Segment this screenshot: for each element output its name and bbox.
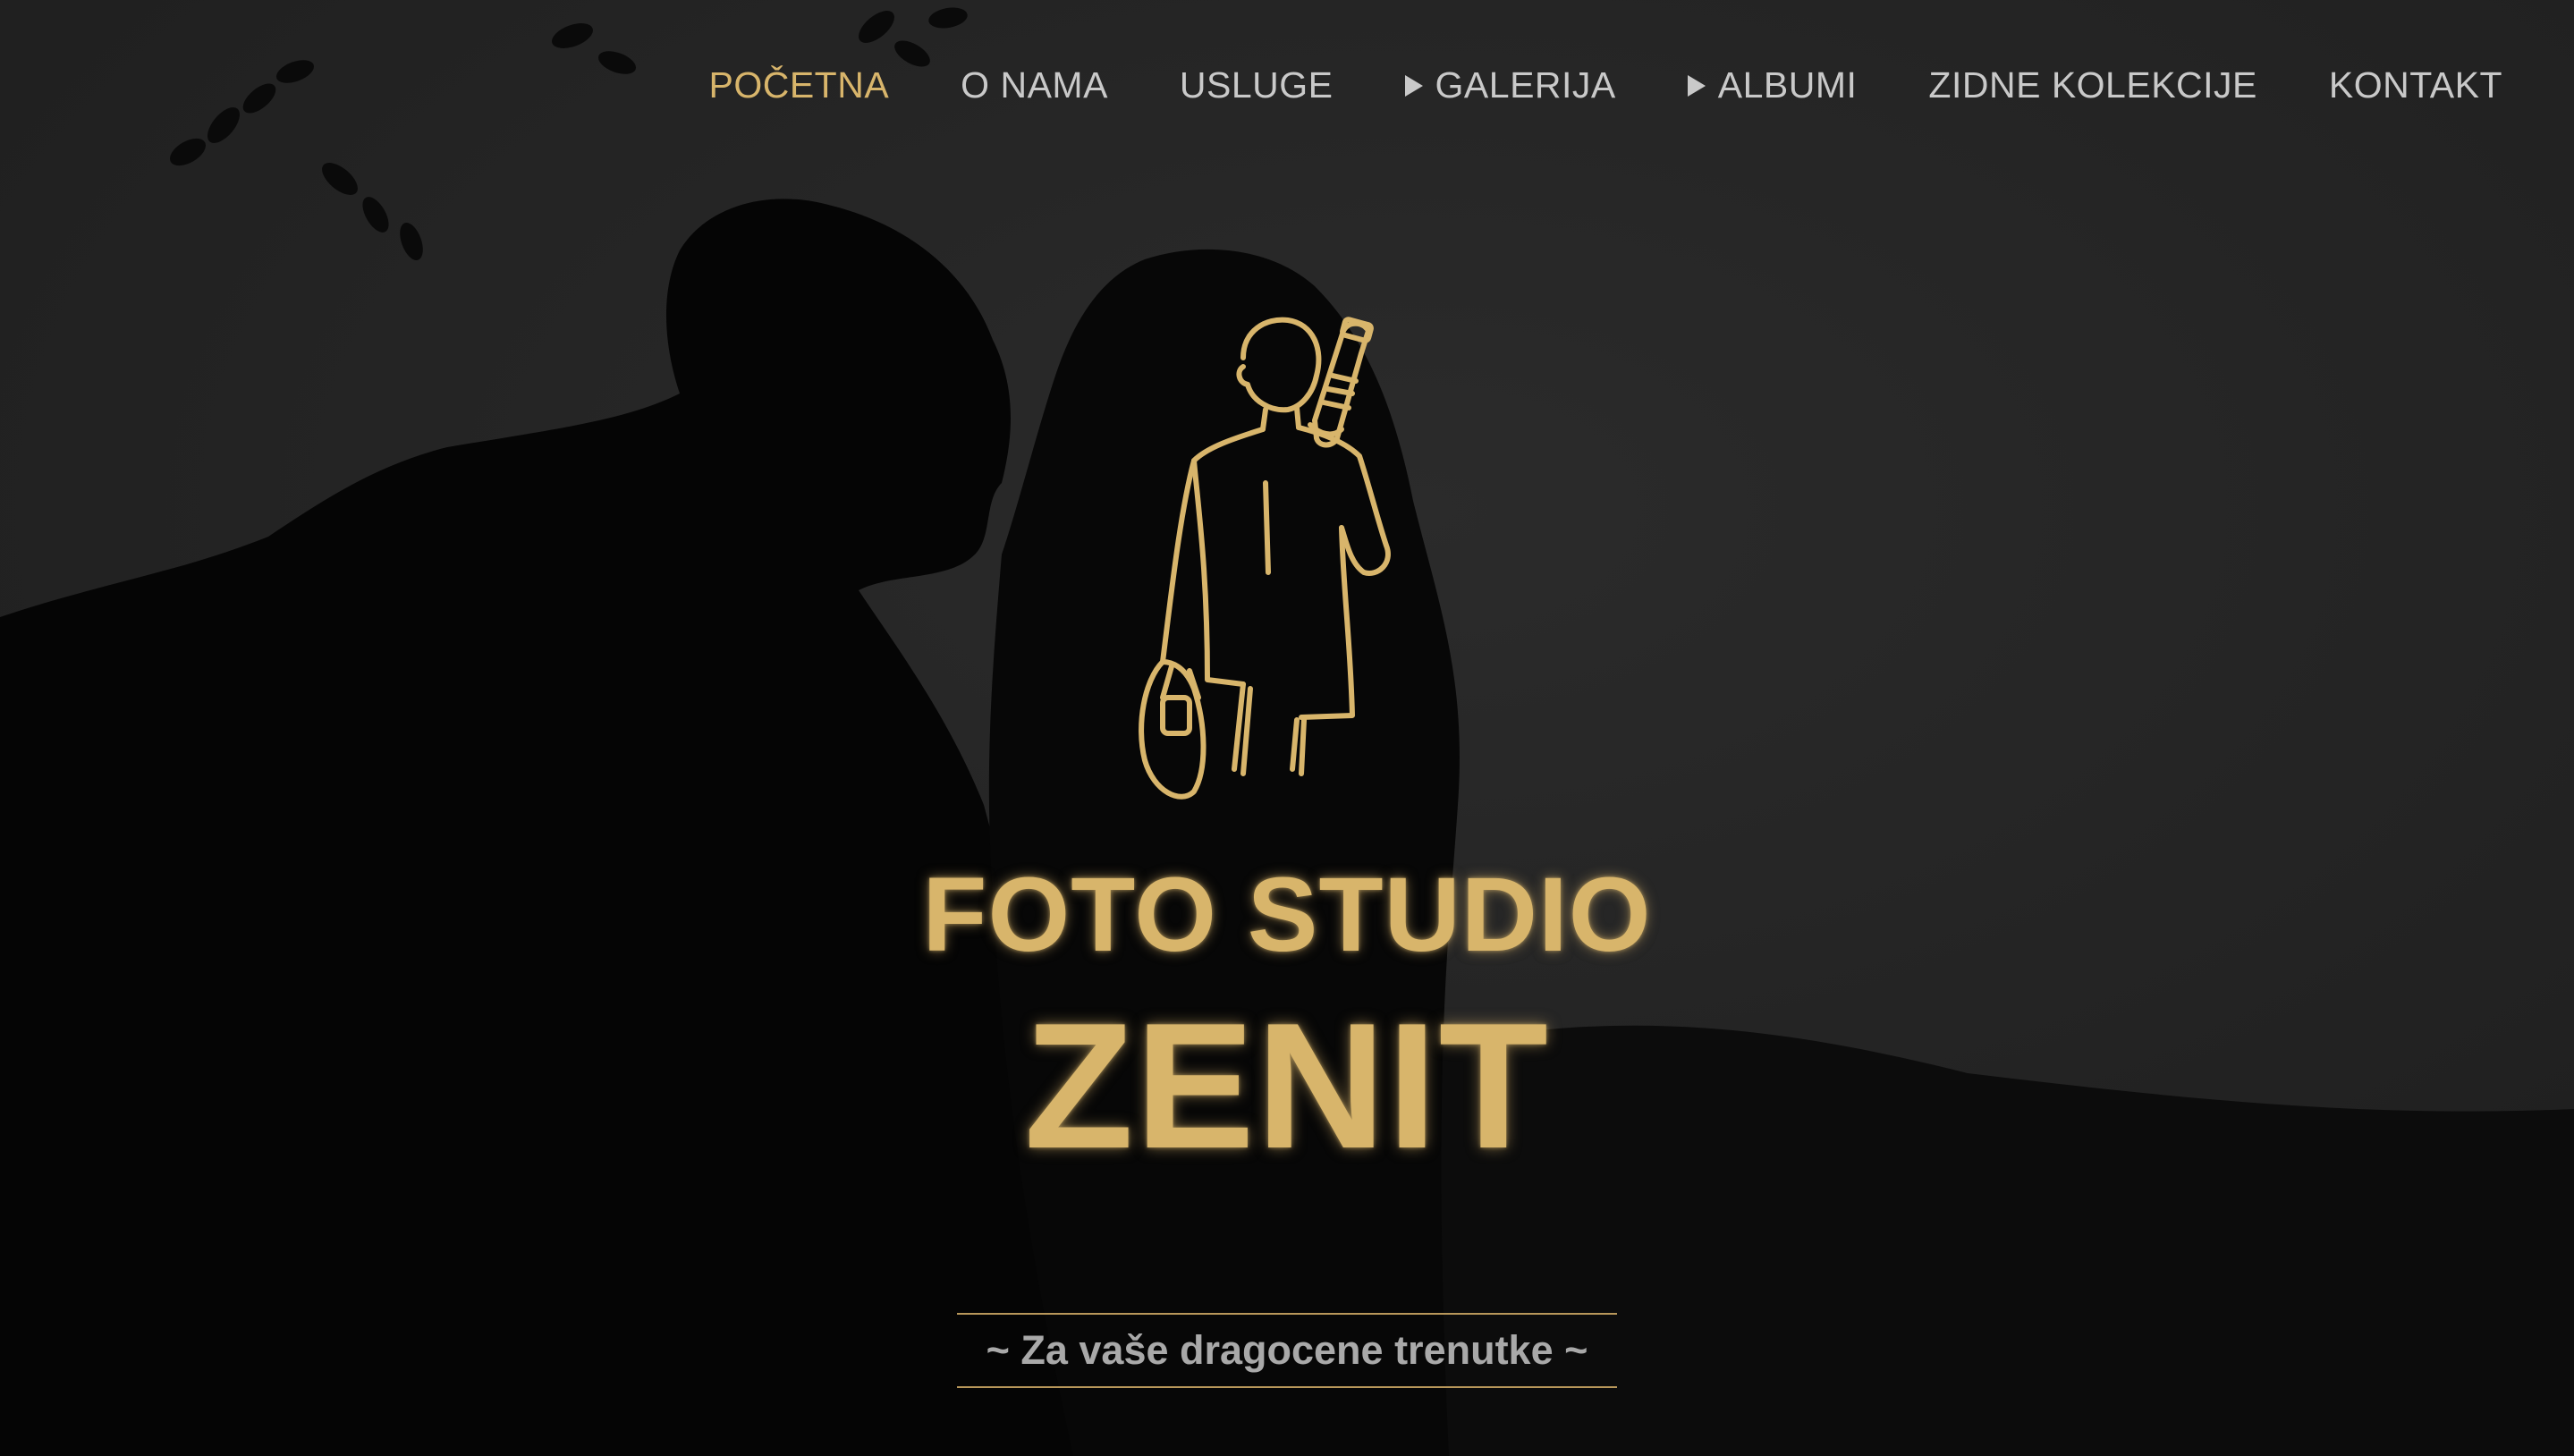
submenu-arrow-icon (1404, 74, 1423, 97)
nav-item-kontakt[interactable]: KONTAKT (2329, 64, 2502, 106)
submenu-arrow-icon (1687, 74, 1706, 97)
nav-item-o-nama[interactable]: O NAMA (961, 64, 1108, 106)
nav-item-albumi[interactable]: ALBUMI (1687, 64, 1858, 106)
nav-item-label: ZIDNE KOLEKCIJE (1928, 64, 2257, 106)
nav-item-label: O NAMA (961, 64, 1108, 106)
brand-title-line2: ZENIT (1024, 986, 1550, 1186)
nav-item-label: KONTAKT (2328, 64, 2502, 106)
brand-title-line1: FOTO STUDIO (922, 856, 1652, 974)
nav-item-zidne-kolekcije[interactable]: ZIDNE KOLEKCIJE (1928, 64, 2256, 106)
nav-item-label: ALBUMI (1717, 64, 1858, 106)
tagline-text: ~ Za vaše dragocene trenutke ~ (986, 1327, 1588, 1373)
nav-item-label: POČETNA (708, 64, 890, 106)
tagline-box: ~ Za vaše dragocene trenutke ~ (957, 1313, 1617, 1388)
page: POČETNA O NAMA USLUGE GALERIJA ALBUMI ZI… (0, 0, 2574, 1456)
nav-item-galerija[interactable]: GALERIJA (1404, 64, 1616, 106)
nav-item-label: GALERIJA (1435, 64, 1616, 106)
main-navigation: POČETNA O NAMA USLUGE GALERIJA ALBUMI ZI… (0, 0, 2574, 179)
nav-item-usluge[interactable]: USLUGE (1180, 64, 1334, 106)
nav-item-pocetna[interactable]: POČETNA (708, 64, 889, 106)
nav-item-label: USLUGE (1179, 64, 1334, 106)
photographer-logo-icon (1139, 317, 1391, 800)
